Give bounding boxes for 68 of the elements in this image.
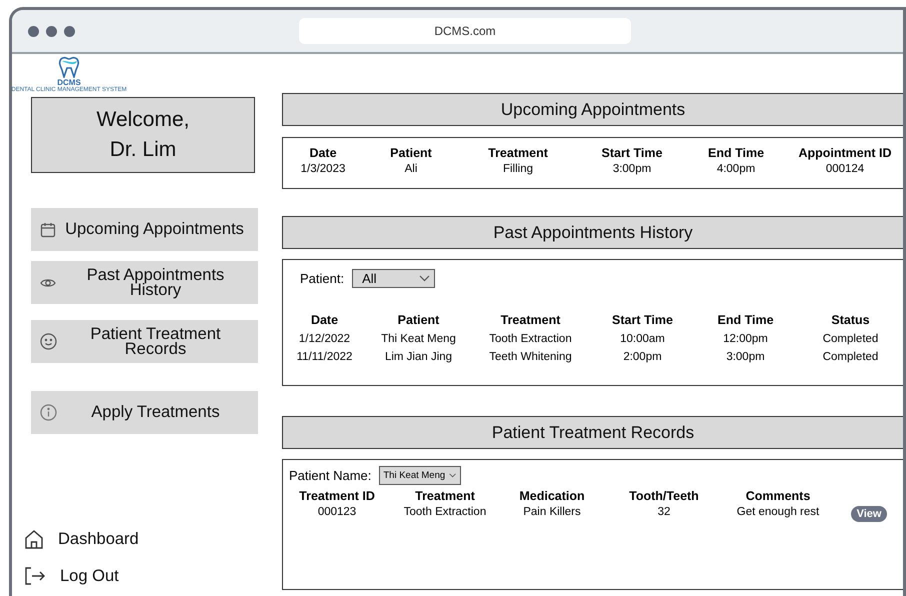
table-cell-text: 11/11/2022 [296, 351, 354, 363]
table-cell-text: Lim Jian Jing [384, 351, 454, 363]
table-cell-text: Pain Killers [522, 506, 582, 520]
chevron-down-icon [449, 472, 456, 479]
table-cell-text: 2:00pm [622, 351, 663, 363]
section-header: Patient Treatment Records [282, 416, 903, 449]
logout-icon [24, 566, 46, 586]
nav-item[interactable]: Apply Treatments [31, 391, 258, 434]
filter-label: Patient: [300, 271, 344, 286]
table-cell-text: 1/3/2023 [300, 163, 346, 175]
column-header: Comments [744, 489, 812, 503]
section-header: Past Appointments History [282, 216, 903, 249]
table-cell-text: 10:00am [619, 333, 666, 345]
home-icon [24, 529, 44, 549]
column-header: End Time [706, 146, 766, 160]
table-cell-text: Teeth Whitening [488, 351, 573, 363]
table-cell-text: Thi Keat Meng [380, 333, 457, 345]
patient-dropdown[interactable]: Thi Keat Meng [379, 466, 462, 485]
table-cell-text: 32 [656, 506, 672, 520]
address-bar[interactable]: DCMS.com [299, 18, 631, 44]
column-header: Tooth/Teeth [628, 489, 700, 503]
column-header: Start Time [600, 146, 664, 160]
nav-item[interactable]: Upcoming Appointments [31, 208, 258, 251]
welcome-text: Welcome, [96, 108, 190, 132]
column-header: Status [830, 313, 871, 327]
column-header: Treatment [414, 489, 476, 503]
column-header: End Time [716, 313, 775, 327]
window-controls[interactable] [28, 26, 75, 36]
welcome-text: Dr. Lim [110, 138, 176, 162]
table-cell-text: Completed [822, 333, 880, 345]
table-cell-text: 000123 [316, 506, 358, 520]
chevron-down-icon [419, 275, 430, 282]
column-header: Treatment [487, 146, 549, 160]
column-header: Treatment [500, 313, 562, 327]
eye-icon [40, 276, 56, 288]
section-header: Upcoming Appointments [282, 93, 903, 126]
table-cell-text: Tooth Extraction [402, 506, 488, 520]
table-cell-text: Completed [822, 351, 880, 363]
nav-item[interactable]: Patient Treatment Records [31, 320, 258, 363]
table-cell-text: 3:00pm [725, 351, 766, 363]
nav-item[interactable]: Past Appointments History [31, 261, 258, 304]
column-header: Date [308, 146, 338, 160]
tooth-logo-icon [57, 56, 81, 78]
table-cell-text: 3:00pm [612, 163, 652, 175]
column-header: Patient [396, 313, 440, 327]
column-header: Medication [518, 489, 586, 503]
table-cell-text: 000124 [824, 163, 866, 175]
table-cell-text: Tooth Extraction [488, 333, 573, 345]
column-header: Appointment ID [797, 146, 893, 160]
column-header: Treatment ID [298, 489, 376, 503]
column-header: Start Time [611, 313, 674, 327]
nav-link[interactable]: Dashboard [24, 529, 139, 549]
filter-label: Patient Name: [289, 468, 372, 483]
nav-link[interactable]: Log Out [24, 566, 139, 586]
column-header: Date [310, 313, 340, 327]
logo-text: DCMS [57, 78, 81, 87]
patient-dropdown[interactable]: All [352, 269, 436, 288]
info-icon [40, 404, 56, 421]
table-cell-text: Get enough rest [736, 506, 820, 520]
table-cell-text: 12:00pm [722, 333, 769, 345]
view-button[interactable]: View [850, 506, 888, 522]
column-header: Patient [389, 146, 433, 160]
table-cell-text: Ali [404, 163, 418, 175]
smiley-icon [40, 333, 56, 350]
calendar-icon [40, 222, 56, 238]
table-cell-text: Filling [502, 163, 534, 175]
table-cell-text: 1/12/2022 [298, 333, 352, 345]
table-cell-text: 4:00pm [716, 163, 756, 175]
